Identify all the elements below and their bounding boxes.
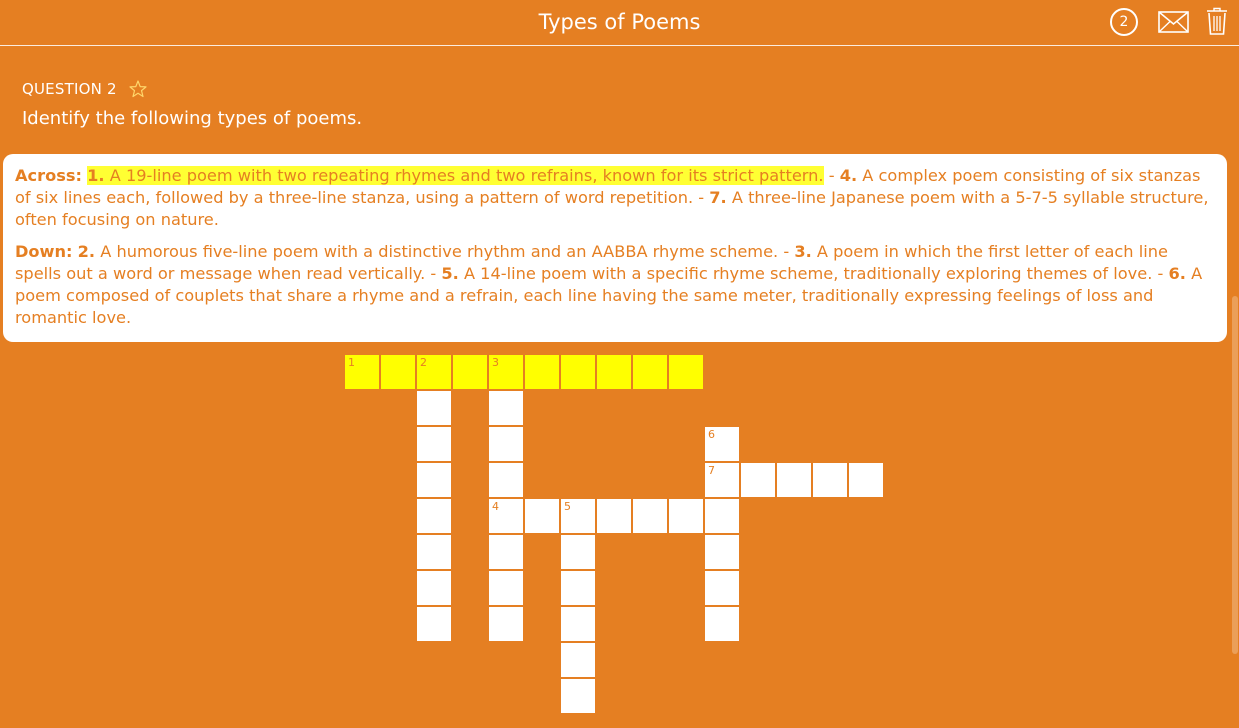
trash-icon[interactable] — [1206, 7, 1228, 35]
down-clues: Down: 2. A humorous five-line poem with … — [15, 242, 1203, 327]
crossword-cell[interactable] — [704, 606, 740, 642]
question-text: Identify the following types of poems. — [22, 108, 363, 129]
cell-number: 1 — [348, 356, 355, 369]
crossword-cell[interactable] — [560, 354, 596, 390]
crossword-cell[interactable] — [560, 534, 596, 570]
crossword-cell[interactable] — [416, 390, 452, 426]
star-icon[interactable] — [129, 80, 147, 98]
crossword-cell[interactable] — [524, 354, 560, 390]
crossword-cell[interactable] — [668, 498, 704, 534]
cell-number: 3 — [492, 356, 499, 369]
mail-icon[interactable] — [1158, 11, 1189, 33]
crossword-cell[interactable] — [632, 354, 668, 390]
header-bar: Types of Poems 2 — [0, 0, 1239, 46]
crossword-cell[interactable]: 3 — [488, 354, 524, 390]
cell-number: 2 — [420, 356, 427, 369]
crossword-cell[interactable] — [416, 462, 452, 498]
crossword-cell[interactable] — [416, 606, 452, 642]
crossword-cell[interactable]: 1 — [344, 354, 380, 390]
clue-down-2[interactable]: 2. A humorous five-line poem with a dist… — [78, 242, 779, 261]
crossword-cell[interactable] — [488, 426, 524, 462]
clues-panel: Across: 1. A 19-line poem with two repea… — [3, 154, 1227, 342]
crossword-cell[interactable] — [776, 462, 812, 498]
crossword-cell[interactable] — [416, 426, 452, 462]
cell-number: 6 — [708, 428, 715, 441]
scrollbar[interactable] — [1232, 296, 1238, 654]
crossword-cell[interactable] — [488, 570, 524, 606]
timer-badge: 2 — [1110, 8, 1138, 36]
across-clues: Across: 1. A 19-line poem with two repea… — [15, 166, 1209, 229]
crossword-cell[interactable]: 6 — [704, 426, 740, 462]
crossword-cell[interactable] — [488, 534, 524, 570]
crossword-cell[interactable] — [488, 390, 524, 426]
crossword-cell[interactable] — [452, 354, 488, 390]
across-label: Across: — [15, 166, 82, 185]
clue-down-5[interactable]: 5. A 14-line poem with a specific rhyme … — [441, 264, 1152, 283]
page-title: Types of Poems — [538, 10, 701, 34]
crossword-cell[interactable] — [740, 462, 776, 498]
crossword-cell[interactable] — [596, 498, 632, 534]
crossword-cell[interactable] — [704, 498, 740, 534]
crossword-cell[interactable]: 7 — [704, 462, 740, 498]
crossword-cell[interactable] — [416, 498, 452, 534]
crossword-cell[interactable] — [668, 354, 704, 390]
crossword-cell[interactable] — [524, 498, 560, 534]
down-label: Down: — [15, 242, 73, 261]
crossword-cell[interactable] — [848, 462, 884, 498]
crossword-cell[interactable] — [812, 462, 848, 498]
crossword-cell[interactable]: 4 — [488, 498, 524, 534]
crossword-cell[interactable] — [704, 534, 740, 570]
question-label: QUESTION 2 — [22, 80, 117, 98]
clue-across-1[interactable]: 1. A 19-line poem with two repeating rhy… — [87, 166, 824, 185]
crossword-cell[interactable] — [704, 570, 740, 606]
cell-number: 7 — [708, 464, 715, 477]
crossword-cell[interactable] — [560, 678, 596, 714]
crossword-cell[interactable]: 2 — [416, 354, 452, 390]
crossword-cell[interactable]: 5 — [560, 498, 596, 534]
crossword-cell[interactable] — [416, 534, 452, 570]
crossword-cell[interactable] — [488, 462, 524, 498]
crossword-cell[interactable] — [632, 498, 668, 534]
cell-number: 5 — [564, 500, 571, 513]
crossword-cell[interactable] — [488, 606, 524, 642]
crossword-cell[interactable] — [560, 642, 596, 678]
crossword-cell[interactable] — [416, 570, 452, 606]
crossword-cell[interactable] — [380, 354, 416, 390]
crossword-cell[interactable] — [560, 570, 596, 606]
cell-number: 4 — [492, 500, 499, 513]
crossword-cell[interactable] — [560, 606, 596, 642]
crossword-cell[interactable] — [596, 354, 632, 390]
